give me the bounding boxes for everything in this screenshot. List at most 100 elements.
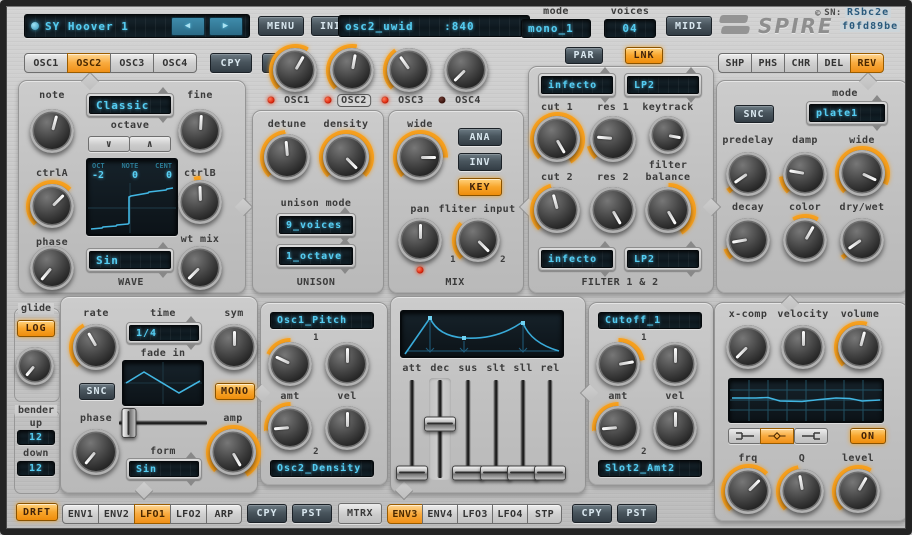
midi-button[interactable]: MIDI [666, 16, 712, 36]
lfo-sync-button[interactable]: SNC [79, 383, 115, 400]
select-up-arrow[interactable] [340, 238, 350, 244]
preset-next-button[interactable]: ▶ [209, 17, 243, 36]
osc1-level-knob[interactable] [273, 48, 317, 92]
unison-octave-select[interactable]: 1_octave [276, 244, 356, 268]
slider-handle[interactable] [396, 465, 428, 480]
bender-down-value[interactable]: 12 [17, 461, 55, 476]
color-knob[interactable] [783, 218, 827, 262]
octave-up-button[interactable]: ∧ [129, 136, 171, 152]
tab-shaper[interactable]: SHP [718, 53, 752, 73]
invert-button[interactable]: INV [458, 153, 502, 171]
select-down-arrow[interactable] [158, 272, 168, 278]
env-attack-slider[interactable] [397, 378, 427, 480]
matrix-button[interactable]: MTRX [338, 503, 382, 524]
wt-mix-knob[interactable] [178, 246, 222, 290]
damp-knob[interactable] [783, 152, 827, 196]
ctrl-a-knob[interactable] [30, 184, 74, 228]
eq-peak-button[interactable] [760, 428, 794, 444]
env-sustain-slider[interactable] [453, 378, 483, 480]
select-up-arrow[interactable] [158, 87, 168, 93]
slot2-vel2-knob[interactable] [653, 406, 697, 450]
slot1-vel2-knob[interactable] [325, 406, 369, 450]
lfo-sym-knob[interactable] [211, 324, 257, 370]
slot1-target1-display[interactable]: Osc1_Pitch [270, 312, 374, 329]
glide-knob[interactable] [16, 347, 54, 385]
tab-reverb[interactable]: REV [850, 53, 884, 73]
keytrack-knob[interactable] [649, 116, 687, 154]
tab-osc3[interactable]: OSC3 [110, 53, 154, 73]
lfo-form-select[interactable]: Sin [126, 458, 202, 480]
slot2-amt2-knob[interactable] [596, 406, 640, 450]
tab-osc2[interactable]: OSC2 [67, 53, 111, 73]
tab-stp[interactable]: STP [527, 504, 562, 524]
q-knob[interactable] [780, 469, 824, 513]
velocity-knob[interactable] [781, 325, 825, 369]
lfo-amp-knob[interactable] [210, 429, 256, 475]
osc2-level-knob[interactable] [330, 48, 374, 92]
cut2-knob[interactable] [534, 187, 580, 233]
preset-prev-button[interactable]: ◀ [171, 17, 205, 36]
level-knob[interactable] [836, 469, 880, 513]
detune-knob[interactable] [264, 134, 310, 180]
select-down-arrow[interactable] [186, 480, 196, 486]
unison-voices-select[interactable]: 9_voices [276, 213, 356, 237]
eq-highshelf-button[interactable] [794, 428, 828, 444]
reverb-wide-knob[interactable] [839, 150, 885, 196]
filter2-mode-select[interactable]: LP2 [624, 247, 702, 271]
slot2-amt1-knob[interactable] [596, 342, 640, 386]
env-slope-level-slider[interactable] [508, 378, 538, 480]
lfo-phase-knob[interactable] [73, 429, 119, 475]
slot2-target1-display[interactable]: Cutoff_1 [598, 312, 702, 329]
slot2-target2-display[interactable]: Slot2_Amt2 [598, 460, 702, 477]
tab-delay[interactable]: DEL [817, 53, 851, 73]
osc3-level-knob[interactable] [387, 48, 431, 92]
filter-link-button[interactable]: LNK [625, 47, 663, 64]
select-up-arrow[interactable] [600, 67, 610, 73]
tab-lfo2[interactable]: LFO2 [170, 504, 207, 524]
frq-knob[interactable] [725, 468, 771, 514]
wave-phase-knob[interactable] [30, 246, 74, 290]
keytrack-button[interactable]: KEY [458, 178, 502, 196]
slot2-vel1-knob[interactable] [653, 342, 697, 386]
select-down-arrow[interactable] [340, 268, 350, 274]
select-down-arrow[interactable] [686, 271, 696, 277]
cut1-knob[interactable] [534, 116, 580, 162]
volume-knob[interactable] [838, 325, 882, 369]
select-up-arrow[interactable] [186, 452, 196, 458]
waveform-select[interactable]: Sin [86, 248, 174, 272]
slider-handle[interactable] [534, 465, 566, 480]
filter-par-button[interactable]: PAR [565, 47, 603, 64]
tab-env3[interactable]: ENV3 [387, 504, 423, 524]
mod-copy-button-1[interactable]: CPY [247, 504, 287, 523]
slot1-amt1-knob[interactable] [268, 342, 312, 386]
analog-button[interactable]: ANA [458, 128, 502, 146]
lfo-mono-button[interactable]: MONO [215, 383, 255, 400]
select-up-arrow[interactable] [686, 67, 696, 73]
tab-lfo4[interactable]: LFO4 [492, 504, 528, 524]
filter1-mode-select[interactable]: LP2 [624, 73, 702, 97]
decay-knob[interactable] [726, 218, 770, 262]
wide-knob[interactable] [397, 134, 443, 180]
eq-lowshelf-button[interactable] [728, 428, 762, 444]
note-knob[interactable] [30, 109, 74, 153]
slot1-target2-display[interactable]: Osc2_Density [270, 460, 374, 477]
env-decay-slider[interactable] [425, 378, 455, 480]
tab-lfo3[interactable]: LFO3 [457, 504, 493, 524]
select-up-arrow[interactable] [186, 316, 196, 322]
tab-chorus[interactable]: CHR [784, 53, 818, 73]
tab-lfo1[interactable]: LFO1 [134, 504, 171, 524]
mod-paste-button-1[interactable]: PST [292, 504, 332, 523]
tab-arp[interactable]: ARP [206, 504, 242, 524]
osc-copy-button[interactable]: CPY [210, 53, 252, 73]
tab-env2[interactable]: ENV2 [98, 504, 135, 524]
select-up-arrow[interactable] [158, 242, 168, 248]
lfo-rate-knob[interactable] [73, 324, 119, 370]
slot1-amt2-knob[interactable] [268, 406, 312, 450]
density-knob[interactable] [323, 134, 369, 180]
select-up-arrow[interactable] [340, 207, 350, 213]
lfo-offset-slider[interactable] [119, 408, 207, 438]
reverb-mode-select[interactable]: plate1 [806, 101, 888, 125]
select-up-arrow[interactable] [686, 241, 696, 247]
xcomp-knob[interactable] [726, 325, 770, 369]
tab-env4[interactable]: ENV4 [422, 504, 458, 524]
